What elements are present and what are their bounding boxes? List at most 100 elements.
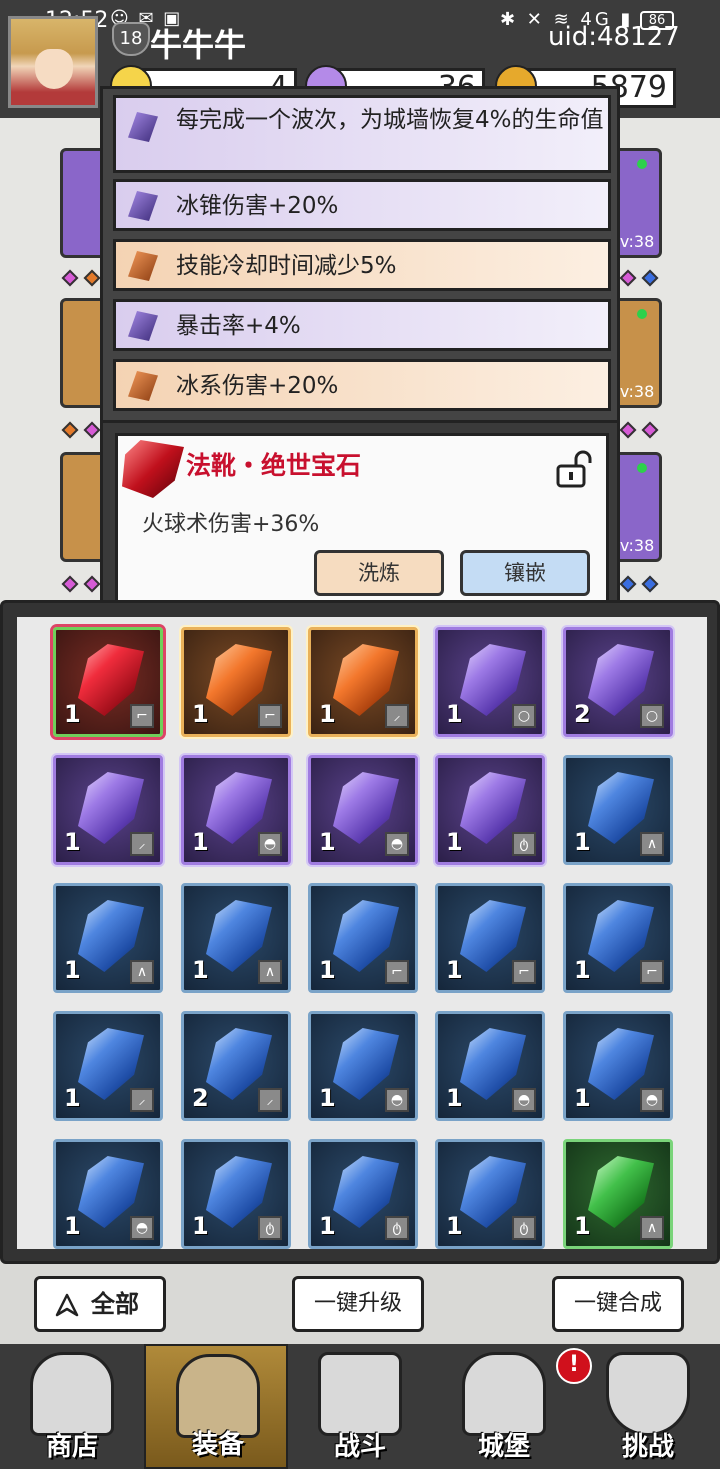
inventory-cell[interactable]: 2 ○: [563, 627, 673, 737]
inventory-cell[interactable]: 1ტ: [308, 1139, 418, 1249]
hat-slot-icon: ◓: [385, 1088, 409, 1112]
castle-alert-badge: !: [556, 1348, 592, 1384]
robe-slot-icon: ∧: [640, 1216, 664, 1240]
boots-slot-icon: ⌐: [258, 704, 282, 728]
hat-slot-icon: ◓: [512, 1088, 536, 1112]
upgrade-all-button[interactable]: 一键升级: [292, 1276, 424, 1332]
unlock-icon[interactable]: [554, 450, 594, 490]
inventory-cell[interactable]: 1 ⸝: [53, 755, 163, 865]
nav-challenge[interactable]: 挑战: [576, 1344, 720, 1469]
inventory-cell[interactable]: 1 ⸝: [53, 1011, 163, 1121]
nav-shop[interactable]: 商店: [0, 1344, 144, 1469]
gem-count: 1: [319, 1084, 336, 1112]
player-avatar[interactable]: [8, 16, 98, 108]
socket-diamond-icon: [641, 421, 659, 439]
red-gem-icon: [122, 440, 184, 498]
inventory-cell[interactable]: 1 ◓: [435, 1011, 545, 1121]
hat-slot-icon: ◓: [258, 832, 282, 856]
gem-detail-popup: 法靴・绝世宝石 火球术伤害+36% 洗炼 镶嵌: [100, 420, 620, 612]
gem-count: 1: [319, 956, 336, 984]
inventory-cell[interactable]: 1 ○: [435, 627, 545, 737]
inventory-cell[interactable]: 1 ⌐: [563, 883, 673, 993]
staff-slot-icon: ⸝: [258, 1088, 282, 1112]
hat-slot-icon: ◓: [385, 832, 409, 856]
inventory-cell[interactable]: 1 ∧: [563, 1139, 673, 1249]
robe-slot-icon: ∧: [258, 960, 282, 984]
necklace-slot-icon: ტ: [385, 1216, 409, 1240]
affix-row: 暴击率+4%: [113, 299, 611, 351]
gem-count: 1: [446, 1084, 463, 1112]
purple-gem-icon: [128, 112, 158, 142]
inventory-cell[interactable]: 1 ∧: [563, 755, 673, 865]
action-bar: 全部 一键升级 一键合成: [0, 1264, 720, 1344]
purple-gem-icon: [128, 311, 158, 341]
gem-detail-card: 法靴・绝世宝石 火球术伤害+36% 洗炼 镶嵌: [115, 433, 609, 605]
gem-count: 1: [192, 828, 209, 856]
inventory-grid[interactable]: 1 ⌐ 1 ⌐ 1 ⸝ 1 ○ 2 ○ 1 ⸝ 1 ◓ 1 ◓ 1ტ 1 ∧ 1 ∧ 1 ∧ 1 ⌐ 1…: [17, 617, 707, 1249]
gem-count: 1: [446, 956, 463, 984]
inventory-cell[interactable]: 1 ◓: [308, 755, 418, 865]
inventory-cell[interactable]: 1 ∧: [53, 883, 163, 993]
affix-row: 技能冷却时间减少5%: [113, 239, 611, 291]
avatar-face: [35, 49, 73, 89]
gem-count: 1: [574, 1084, 591, 1112]
hat-slot-icon: ◓: [130, 1216, 154, 1240]
inventory-cell[interactable]: 1 ⌐: [435, 883, 545, 993]
nav-label: 挑战: [621, 1432, 674, 1462]
nav-castle[interactable]: 城堡: [432, 1344, 576, 1469]
socket-diamond-icon: [619, 269, 637, 287]
socket-diamond-icon: [619, 421, 637, 439]
boots-slot-icon: ⌐: [130, 704, 154, 728]
inlay-button[interactable]: 镶嵌: [460, 550, 590, 596]
gem-count: 1: [319, 700, 336, 728]
nav-label: 城堡: [477, 1432, 530, 1462]
gem-count: 1: [192, 1212, 209, 1240]
nav-label: 战斗: [333, 1432, 386, 1462]
ring-slot-icon: ○: [640, 704, 664, 728]
inventory-cell[interactable]: 1ტ: [435, 1139, 545, 1249]
inventory-cell[interactable]: 1 ⌐: [53, 627, 163, 737]
inventory-cell[interactable]: 1 ⌐: [308, 883, 418, 993]
necklace-slot-icon: ტ: [512, 832, 536, 856]
inventory-cell[interactable]: 1 ∧: [181, 883, 291, 993]
robe-slot-icon: ∧: [640, 832, 664, 856]
inventory-cell[interactable]: 1 ⌐: [181, 627, 291, 737]
nav-label: 装备: [191, 1430, 244, 1460]
inventory-cell[interactable]: 1ტ: [181, 1139, 291, 1249]
shield-icon: [606, 1352, 690, 1436]
nav-battle[interactable]: 战斗: [288, 1344, 432, 1469]
merge-all-button[interactable]: 一键合成: [552, 1276, 684, 1332]
inventory-cell[interactable]: 1 ◓: [53, 1139, 163, 1249]
socket-diamond-icon: [641, 575, 659, 593]
crossed-swords-icon: [318, 1352, 402, 1436]
equipped-indicator: [637, 309, 647, 319]
staff-slot-icon: ⸝: [130, 1088, 154, 1112]
player-uid: uid:48127: [548, 22, 680, 52]
refine-button[interactable]: 洗炼: [314, 550, 444, 596]
inventory-cell[interactable]: 1 ◓: [308, 1011, 418, 1121]
orange-gem-icon: [128, 371, 158, 401]
filter-all-button[interactable]: 全部: [34, 1276, 166, 1332]
staff-slot-icon: ⸝: [385, 704, 409, 728]
shop-hut-icon: [30, 1352, 114, 1436]
inventory-cell[interactable]: 1ტ: [435, 755, 545, 865]
affix-list-panel: 每完成一个波次，为城墙恢复4%的生命值 冰锥伤害+20% 技能冷却时间减少5% …: [100, 86, 620, 426]
affix-row: 冰锥伤害+20%: [113, 179, 611, 231]
gem-title: 法靴・绝世宝石: [186, 451, 362, 480]
purple-gem-icon: [128, 191, 158, 221]
gem-count: 1: [574, 828, 591, 856]
inventory-cell[interactable]: 2 ⸝: [181, 1011, 291, 1121]
affix-text: 冰锥伤害+20%: [176, 193, 339, 219]
socket-diamond-icon: [641, 269, 659, 287]
inventory-cell[interactable]: 1 ◓: [181, 755, 291, 865]
gem-count: 1: [574, 1212, 591, 1240]
staff-slot-icon: ⸝: [130, 832, 154, 856]
inventory-cell[interactable]: 1 ◓: [563, 1011, 673, 1121]
affix-text: 冰系伤害+20%: [176, 373, 339, 399]
socket-diamond-icon: [83, 421, 101, 439]
gem-count: 2: [192, 1084, 209, 1112]
gem-count: 1: [64, 700, 81, 728]
inventory-cell[interactable]: 1 ⸝: [308, 627, 418, 737]
socket-diamond-icon: [61, 269, 79, 287]
nav-equipment[interactable]: 装备: [144, 1344, 288, 1469]
